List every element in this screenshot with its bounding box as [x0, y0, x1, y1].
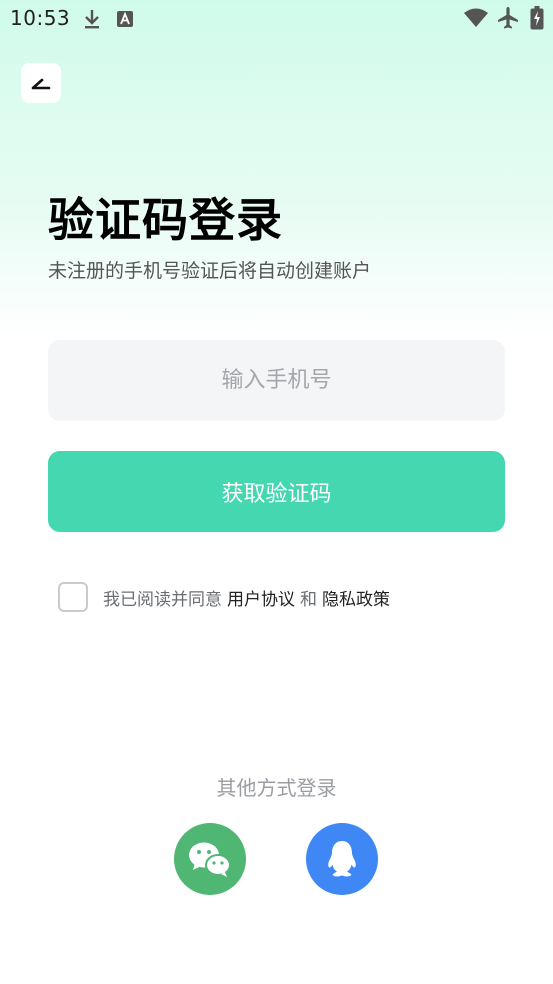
- agreement-row: 我已阅读并同意 用户协议 和 隐私政策: [58, 582, 390, 612]
- user-agreement-link[interactable]: 用户协议: [227, 585, 295, 610]
- agreement-prefix: 我已阅读并同意: [103, 589, 222, 610]
- other-login-label: 其他方式登录: [216, 776, 337, 800]
- a-app-icon: [117, 11, 133, 27]
- download-icon: [85, 10, 99, 29]
- qq-icon: [328, 841, 356, 877]
- agreement-text: 我已阅读并同意 用户协议 和 隐私政策: [103, 585, 390, 610]
- get-code-button[interactable]: 获取验证码: [48, 451, 505, 532]
- wifi-icon: [464, 8, 488, 27]
- agreement-and: 和: [300, 589, 317, 610]
- back-arrow-icon: [31, 78, 51, 90]
- wechat-icon: [189, 842, 231, 877]
- status-bar: 10:53: [0, 0, 553, 38]
- battery-charging-icon: [530, 6, 544, 30]
- page-subtitle: 未注册的手机号验证后将自动创建账户: [48, 260, 372, 282]
- page-title: 验证码登录: [48, 193, 283, 247]
- airplane-icon: [498, 7, 518, 29]
- wechat-login-button[interactable]: [174, 823, 246, 895]
- back-button[interactable]: [21, 63, 61, 103]
- privacy-policy-link[interactable]: 隐私政策: [322, 585, 390, 610]
- agreement-checkbox[interactable]: [58, 582, 88, 612]
- phone-input[interactable]: [48, 340, 505, 421]
- status-time: 10:53: [10, 6, 71, 30]
- qq-login-button[interactable]: [306, 823, 378, 895]
